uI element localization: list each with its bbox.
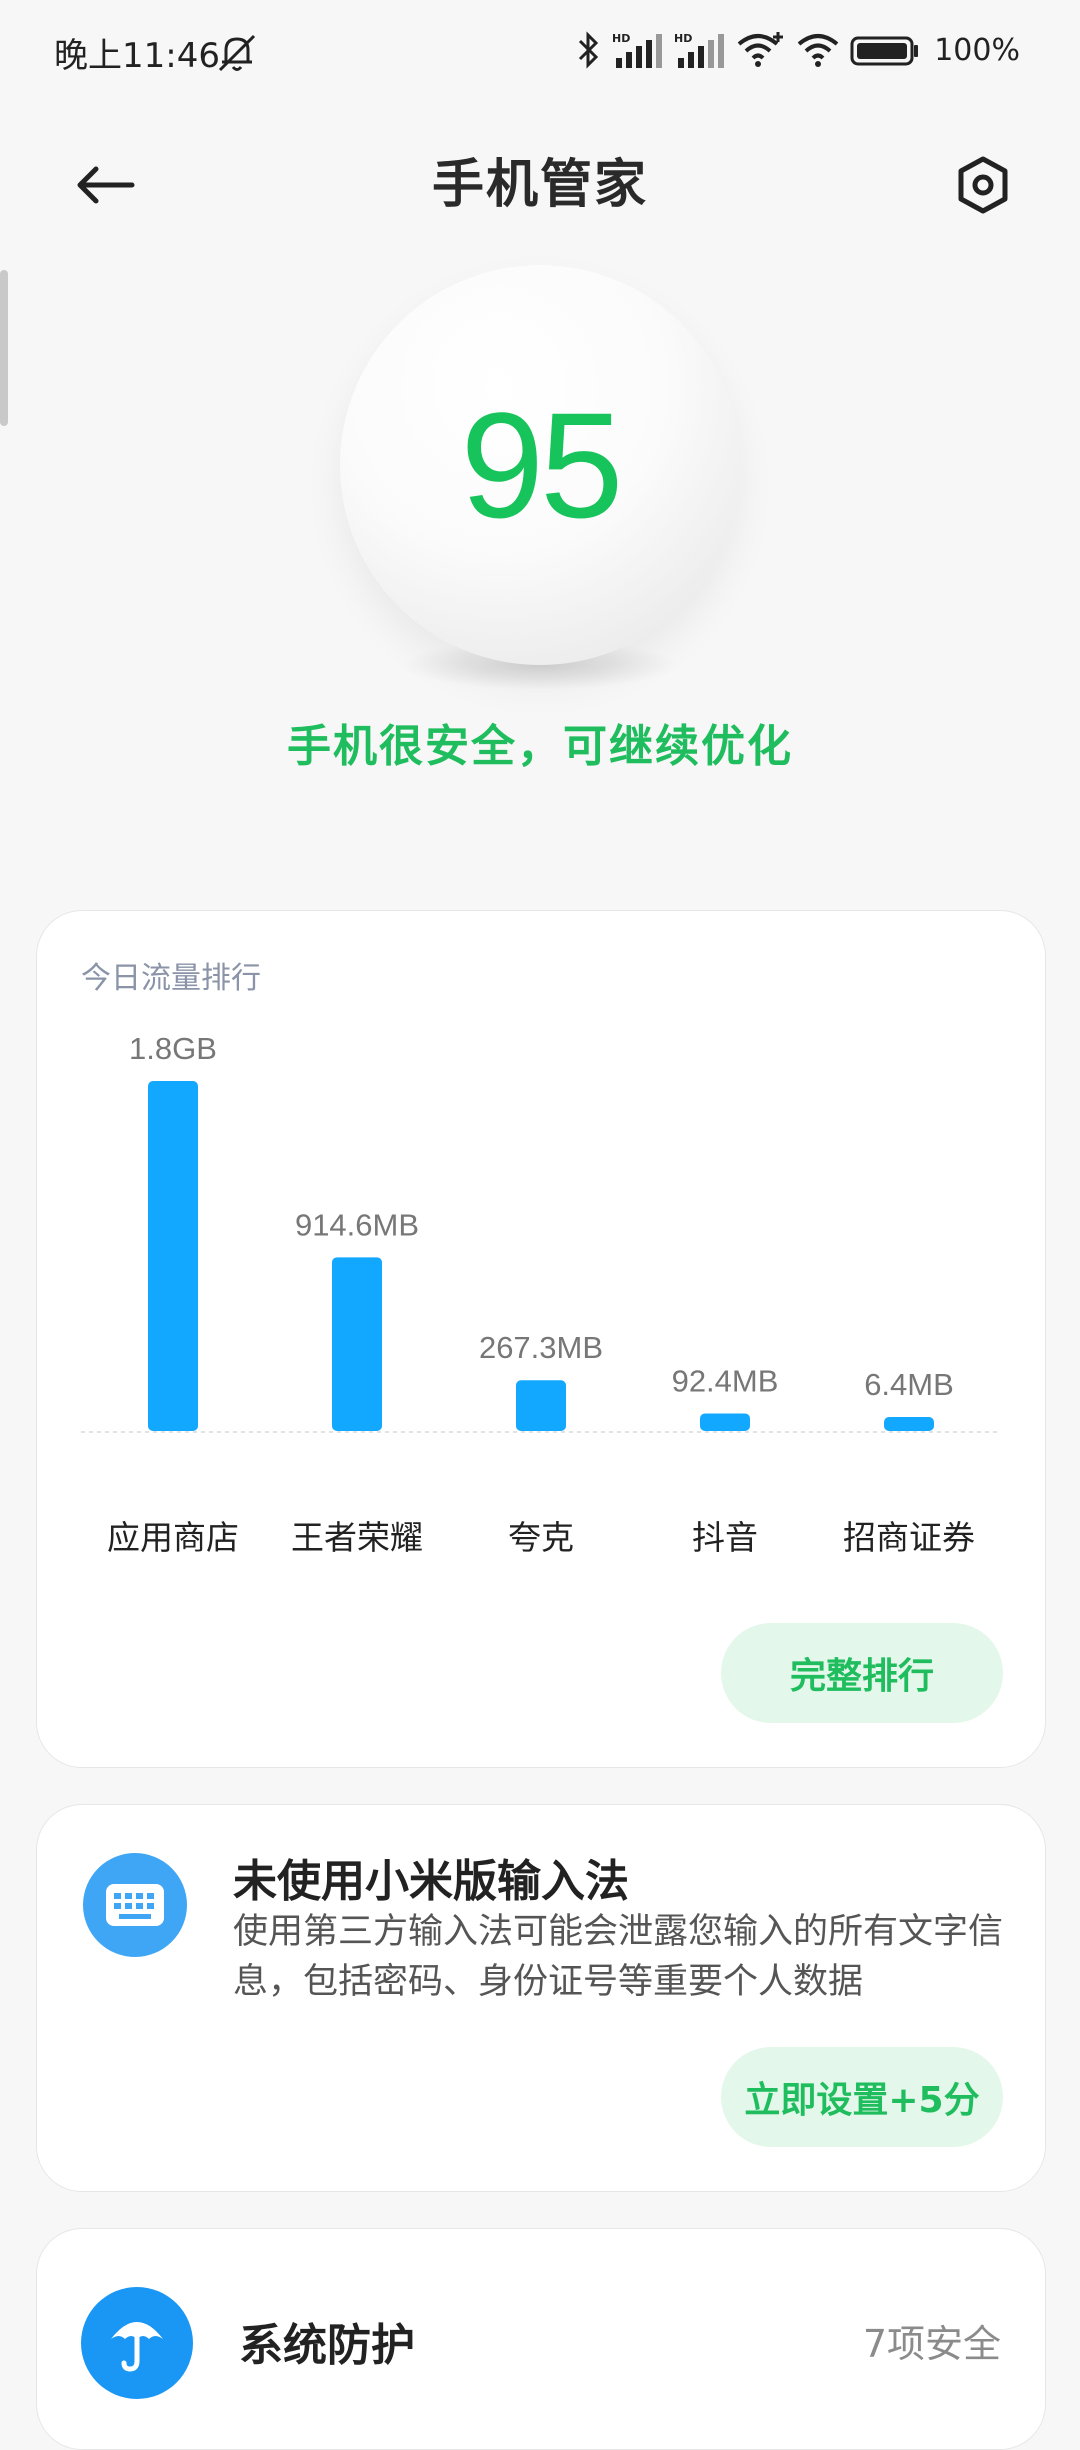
- chart-bar: [700, 1413, 750, 1431]
- chart-category-label: 王者荣耀: [291, 1518, 423, 1557]
- chart-value-label: 267.3MB: [479, 1330, 603, 1365]
- scroll-indicator[interactable]: [0, 270, 8, 426]
- system-protection-status: 7项安全: [862, 2322, 1001, 2366]
- svg-text:HD: HD: [612, 32, 630, 45]
- wifi-plus-icon: [737, 32, 784, 67]
- security-score: 95: [460, 380, 624, 549]
- status-time: 晚上11:46: [54, 36, 220, 76]
- chart-value-label: 92.4MB: [672, 1363, 779, 1398]
- traffic-chart-categories: 应用商店 王者荣耀 夸克 抖音 招商证券: [81, 1511, 1001, 1561]
- page-title: 手机管家: [431, 155, 648, 215]
- chart-value-label: 6.4MB: [864, 1367, 954, 1402]
- settings-button[interactable]: [948, 150, 1018, 220]
- setup-now-button[interactable]: 立即设置+5分: [721, 2047, 1003, 2147]
- input-method-card[interactable]: 未使用小米版输入法 使用第三方输入法可能会泄露您输入的所有文字信息，包括密码、身…: [36, 1804, 1046, 2192]
- input-method-description: 使用第三方输入法可能会泄露您输入的所有文字信息，包括密码、身份证号等重要个人数据: [233, 1912, 1004, 2002]
- signal-hd-2-icon: HD: [674, 32, 725, 68]
- full-ranking-button[interactable]: 完整排行: [721, 1623, 1003, 1723]
- chart-bar: [884, 1417, 934, 1431]
- chart-bar: [148, 1081, 198, 1431]
- chart-value-label: 1.8GB: [129, 1031, 217, 1066]
- chart-value-label: 914.6MB: [295, 1207, 419, 1242]
- system-protection-card[interactable]: 系统防护 7项安全: [36, 2228, 1046, 2450]
- signal-hd-1-icon: HD: [612, 32, 663, 68]
- wifi-icon: [797, 34, 839, 67]
- svg-text:HD: HD: [674, 32, 692, 45]
- bluetooth-icon: [579, 31, 599, 69]
- status-bar: 晚上11:46 HD HD 100%: [0, 0, 1080, 100]
- gear-icon: [958, 156, 1008, 214]
- battery-percent: 100%: [934, 32, 1020, 68]
- security-status-message: 手机很安全，可继续优化: [287, 721, 793, 772]
- chart-category-label: 抖音: [692, 1518, 758, 1557]
- traffic-bar-chart: 1.8GB 914.6MB 267.3MB 92.4MB 6.4MB: [81, 1011, 1001, 1461]
- chart-bar: [516, 1380, 566, 1431]
- traffic-ranking-title: 今日流量排行: [81, 961, 261, 996]
- status-icons: HD HD 100%: [576, 24, 1020, 76]
- chart-category-label: 应用商店: [107, 1518, 239, 1557]
- keyboard-icon: [83, 1853, 187, 1957]
- chart-category-label: 招商证券: [843, 1518, 975, 1557]
- system-protection-title: 系统防护: [239, 2320, 415, 2371]
- input-method-title: 未使用小米版输入法: [233, 1856, 629, 1907]
- chart-bar: [332, 1257, 382, 1431]
- traffic-ranking-card: 今日流量排行 1.8GB 914.6MB 267.3MB 92.4MB 6.4MB 应用…: [36, 910, 1046, 1768]
- score-sphere[interactable]: 95: [340, 265, 740, 665]
- umbrella-icon: [81, 2287, 193, 2399]
- bell-off-icon: [214, 30, 260, 76]
- chart-category-label: 夸克: [508, 1518, 574, 1557]
- battery-icon: [850, 36, 919, 66]
